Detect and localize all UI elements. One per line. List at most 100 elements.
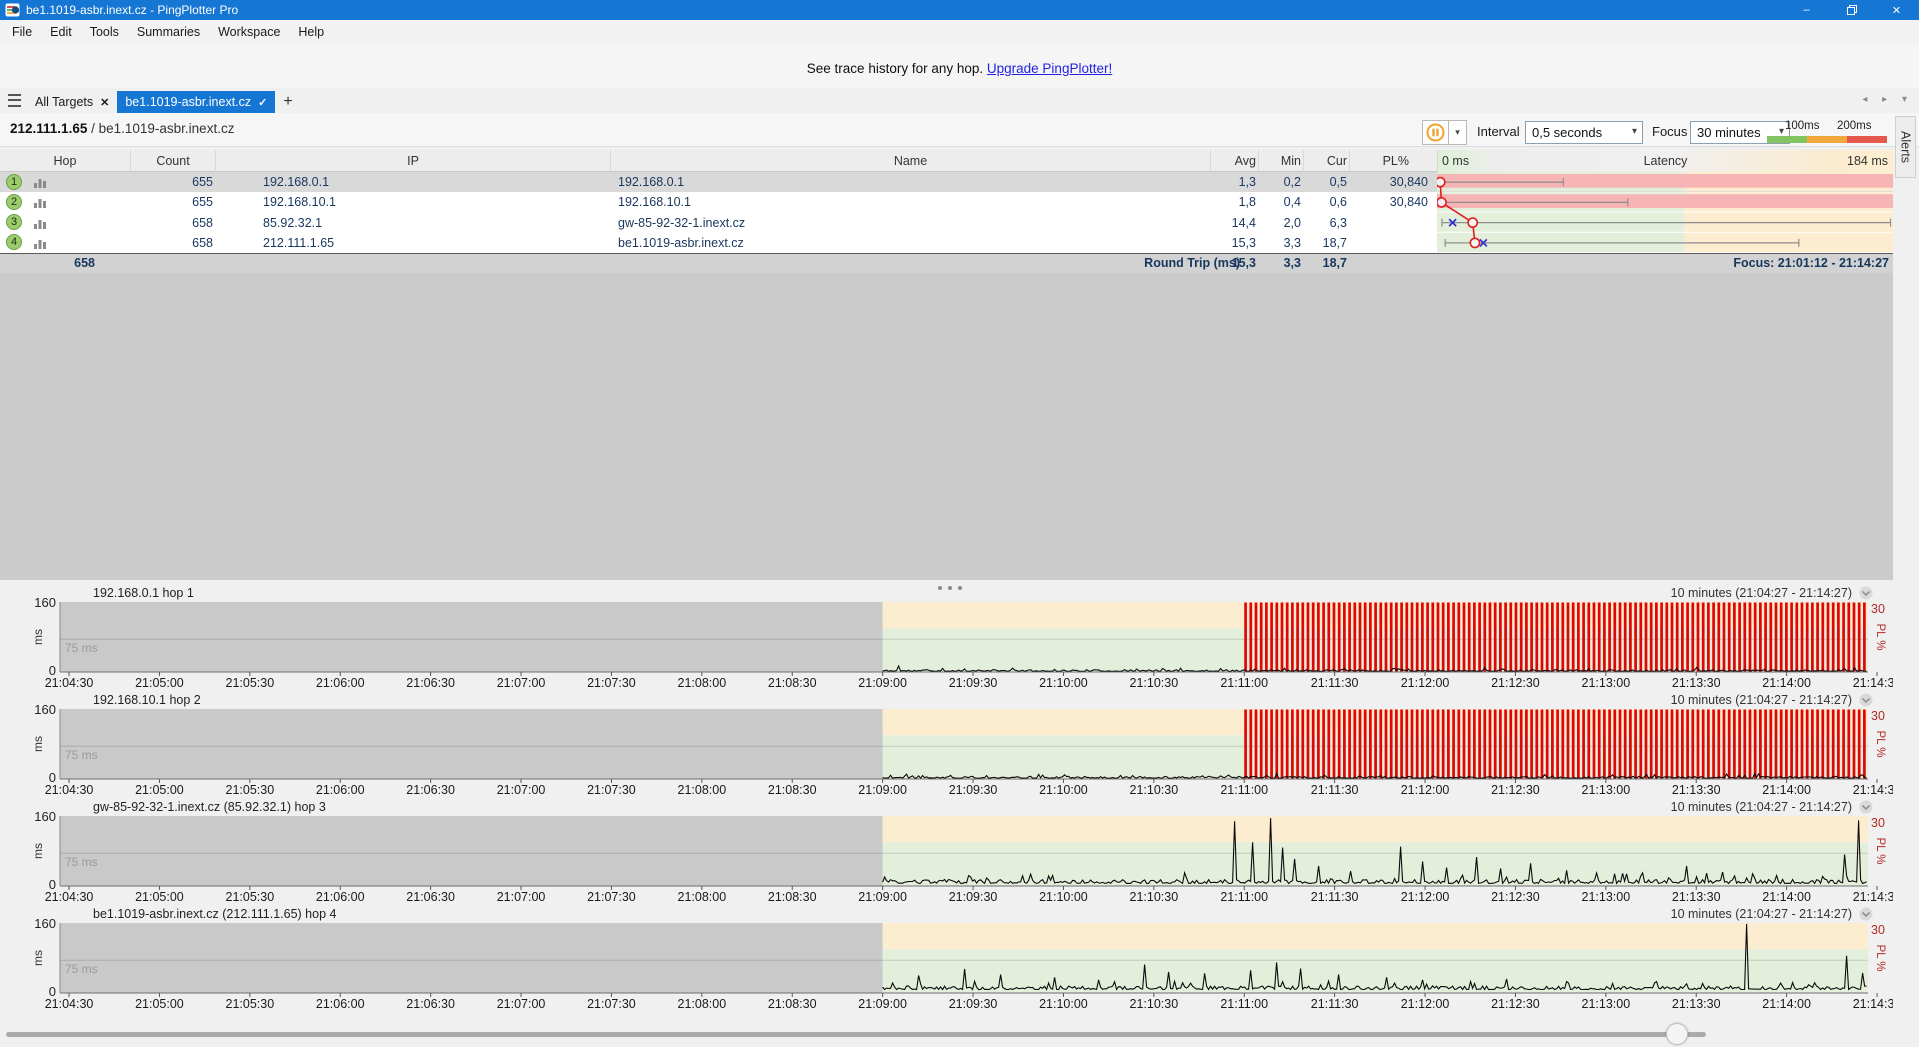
timeline-graph-hop-4[interactable]: 75 ms21:04:3021:05:0021:05:3021:06:0021:…: [0, 907, 1893, 1013]
close-icon: ✕: [1892, 4, 1901, 17]
x-tick-label: 21:11:00: [1220, 676, 1268, 690]
latency-max-label: 184 ms: [1847, 150, 1888, 172]
x-tick-label: 21:05:30: [226, 676, 275, 690]
col-header-name[interactable]: Name: [610, 150, 1210, 172]
threshold-label: 75 ms: [65, 748, 98, 762]
x-tick-label: 21:08:00: [678, 783, 727, 797]
pause-button[interactable]: [1422, 120, 1449, 145]
interval-value: 0,5 seconds: [1532, 125, 1602, 140]
col-header-latency[interactable]: 0 ms Latency 184 ms: [1437, 150, 1893, 172]
x-tick-label: 21:12:30: [1491, 783, 1540, 797]
add-tab-button[interactable]: +: [275, 93, 300, 113]
minimize-button[interactable]: –: [1784, 0, 1829, 20]
timeline-graph-hop-3[interactable]: 75 ms21:04:3021:05:0021:05:3021:06:0021:…: [0, 800, 1893, 906]
col-header-avg[interactable]: Avg: [1210, 150, 1256, 172]
menu-workspace[interactable]: Workspace: [209, 20, 289, 44]
x-tick-label: 21:08:00: [678, 676, 727, 690]
menu-summaries[interactable]: Summaries: [128, 20, 209, 44]
col-header-count[interactable]: Count: [130, 150, 215, 172]
hop-graph-icon[interactable]: [34, 237, 48, 249]
x-tick-label: 21:08:30: [768, 890, 817, 904]
hop-graph-icon[interactable]: [34, 217, 48, 229]
cell-count: 658: [130, 233, 213, 253]
round-trip-min: 3,3: [1258, 254, 1301, 273]
x-tick-label: 21:06:00: [316, 997, 365, 1011]
right-axis-max-label: 30: [1871, 816, 1885, 830]
x-tick-label: 21:05:30: [226, 997, 275, 1011]
col-header-min[interactable]: Min: [1258, 150, 1301, 172]
x-tick-label: 21:04:30: [45, 890, 94, 904]
menu-help[interactable]: Help: [289, 20, 333, 44]
time-scrollbar-thumb[interactable]: [1666, 1023, 1688, 1045]
right-axis-label: PL %: [1874, 730, 1886, 757]
target-sep: /: [87, 121, 98, 136]
tab-all-targets[interactable]: All Targets ✕: [27, 91, 117, 113]
col-header-ip[interactable]: IP: [215, 150, 610, 172]
graph-collapse-chevron-icon[interactable]: [1860, 694, 1873, 707]
timeline-graph-hop-2[interactable]: 75 ms21:04:3021:05:0021:05:3021:06:0021:…: [0, 693, 1893, 799]
menu-edit[interactable]: Edit: [41, 20, 81, 44]
x-tick-label: 21:07:30: [587, 676, 636, 690]
x-tick-label: 21:10:00: [1039, 783, 1088, 797]
x-tick-label: 21:06:30: [406, 676, 455, 690]
cell-cur: 0,5: [1303, 172, 1347, 192]
x-tick-label: 21:05:00: [135, 997, 184, 1011]
graph-collapse-chevron-icon[interactable]: [1860, 801, 1873, 814]
col-header-cur[interactable]: Cur: [1303, 150, 1347, 172]
y-min-label: 0: [49, 770, 56, 785]
pause-icon: [1426, 123, 1445, 142]
upsell-banner: See trace history for any hop. Upgrade P…: [0, 44, 1919, 88]
close-button[interactable]: ✕: [1874, 0, 1919, 20]
y-min-label: 0: [49, 877, 56, 892]
x-tick-label: 21:14:00: [1762, 676, 1811, 690]
pause-options-button[interactable]: ▾: [1448, 120, 1467, 145]
graph-title: 192.168.0.1 hop 1: [93, 586, 194, 600]
y-max-label: 160: [34, 595, 56, 610]
x-tick-label: 21:13:30: [1672, 997, 1721, 1011]
menu-file[interactable]: File: [3, 20, 41, 44]
latency-legend-red: [1847, 136, 1887, 143]
latency-title: Latency: [1438, 150, 1893, 172]
hop-graph-icon[interactable]: [34, 176, 48, 188]
upgrade-link[interactable]: Upgrade PingPlotter!: [987, 61, 1112, 76]
restore-icon: [1847, 5, 1857, 15]
timeline-graph-hop-1[interactable]: 75 ms21:04:3021:05:0021:05:3021:06:0021:…: [0, 586, 1893, 692]
time-scrollbar-track[interactable]: [6, 1032, 1706, 1037]
latency-graph-column[interactable]: [1437, 172, 1893, 254]
col-header-pl[interactable]: PL%: [1349, 150, 1409, 172]
alerts-side-tab[interactable]: Alerts: [1895, 116, 1916, 178]
col-header-hop[interactable]: Hop: [15, 150, 115, 172]
x-tick-label: 21:13:00: [1582, 890, 1631, 904]
right-axis-label: PL %: [1874, 623, 1886, 650]
legend-100ms-label: 100ms: [1785, 120, 1820, 132]
x-tick-label: 21:12:00: [1401, 783, 1450, 797]
x-tick-label: 21:13:00: [1582, 997, 1631, 1011]
hop-graph-icon[interactable]: [34, 196, 48, 208]
x-tick-label: 21:06:00: [316, 676, 365, 690]
right-axis-max-label: 30: [1871, 923, 1885, 937]
close-tab-icon[interactable]: ✕: [100, 96, 109, 109]
cell-pl: [1349, 233, 1428, 253]
tab-active-target[interactable]: be1.1019-asbr.inext.cz ✓: [117, 91, 275, 113]
x-tick-label: 21:07:00: [497, 997, 546, 1011]
x-tick-label: 21:12:00: [1401, 676, 1450, 690]
avg-latency-marker: [1468, 218, 1477, 227]
tab-scroll-arrows[interactable]: ◂ ▸ ▾: [1862, 94, 1913, 105]
x-tick-label: 21:11:00: [1220, 890, 1268, 904]
x-tick-label: 21:10:00: [1039, 676, 1088, 690]
maximize-button[interactable]: [1829, 0, 1874, 20]
cell-pl: [1349, 213, 1428, 233]
graph-collapse-chevron-icon[interactable]: [1860, 587, 1873, 600]
interval-select[interactable]: 0,5 seconds ▾: [1525, 121, 1643, 144]
hamburger-icon[interactable]: [8, 94, 21, 107]
graph-collapse-chevron-icon[interactable]: [1860, 908, 1873, 921]
menu-bar: File Edit Tools Summaries Workspace Help: [0, 20, 1919, 44]
plus-icon: +: [283, 93, 292, 110]
y-min-label: 0: [49, 663, 56, 678]
x-tick-label: 21:07:30: [587, 997, 636, 1011]
legend-200ms-label: 200ms: [1837, 120, 1872, 132]
x-tick-label: 21:04:30: [45, 676, 94, 690]
menu-tools[interactable]: Tools: [81, 20, 128, 44]
x-tick-label: 21:08:00: [678, 890, 727, 904]
cell-min: 3,3: [1258, 233, 1301, 253]
